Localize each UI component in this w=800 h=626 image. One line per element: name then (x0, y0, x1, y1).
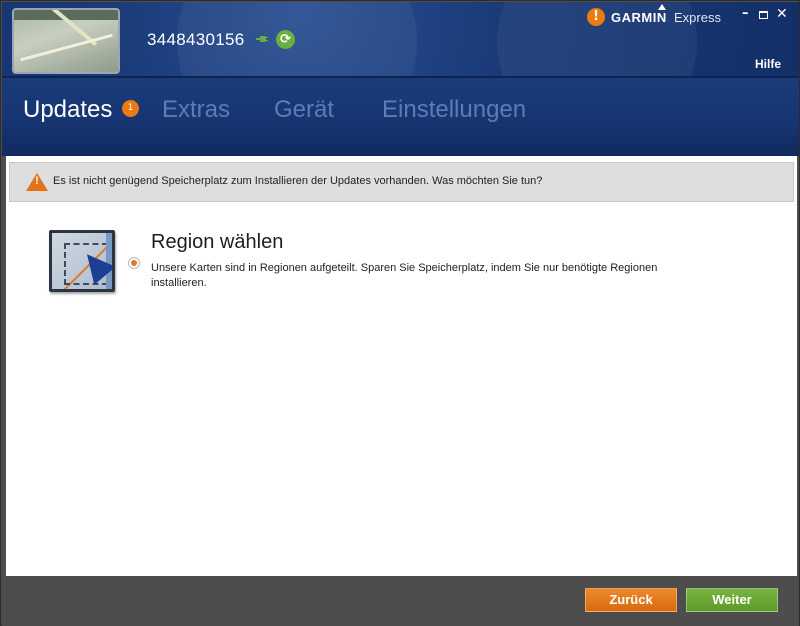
help-link[interactable]: Hilfe (755, 57, 781, 71)
footer-bar: Zurück Weiter (2, 576, 799, 626)
alert-icon[interactable]: ! (587, 8, 605, 26)
app-name: Express (674, 10, 721, 25)
maximize-icon[interactable] (759, 11, 768, 19)
tab-device[interactable]: Gerät (274, 96, 334, 124)
region-option-title[interactable]: Region wählen (151, 231, 283, 254)
sync-icon[interactable]: ⟳ (276, 30, 295, 49)
minimize-icon[interactable]: – (742, 6, 749, 21)
garmin-express-window: 3448430156 ⟳ ! GARMIN Express – ✕ Hilfe … (0, 0, 800, 626)
tab-extras[interactable]: Extras (162, 96, 230, 124)
region-option-description: Unsere Karten sind in Regionen aufgeteil… (151, 262, 658, 289)
device-id: 3448430156 (147, 30, 245, 49)
tab-settings[interactable]: Einstellungen (382, 96, 526, 124)
updates-count-badge: 1 (122, 100, 139, 117)
garmin-logo-triangle (658, 4, 666, 10)
region-option-radio[interactable] (128, 257, 140, 269)
warning-text: Es ist nicht genügend Speicherplatz zum … (53, 175, 543, 187)
map-road (20, 33, 113, 62)
plug-icon (256, 36, 268, 42)
tab-updates[interactable]: Updates (23, 96, 112, 124)
next-button[interactable]: Weiter (686, 588, 778, 612)
tab-bar: Updates 1 Extras Gerät Einstellungen (2, 76, 799, 156)
main-content: ! Es ist nicht genügend Speicherplatz zu… (6, 156, 797, 576)
close-icon[interactable]: ✕ (776, 6, 788, 22)
device-thumbnail[interactable] (12, 8, 120, 74)
back-button[interactable]: Zurück (585, 588, 677, 612)
garmin-logo: GARMIN (611, 10, 667, 25)
app-header: 3448430156 ⟳ ! GARMIN Express – ✕ Hilfe (2, 2, 799, 76)
region-map-icon (49, 230, 115, 292)
warning-banner: ! Es ist nicht genügend Speicherplatz zu… (9, 162, 794, 202)
warning-icon-mark: ! (35, 175, 39, 187)
radio-selected-dot (131, 260, 137, 266)
